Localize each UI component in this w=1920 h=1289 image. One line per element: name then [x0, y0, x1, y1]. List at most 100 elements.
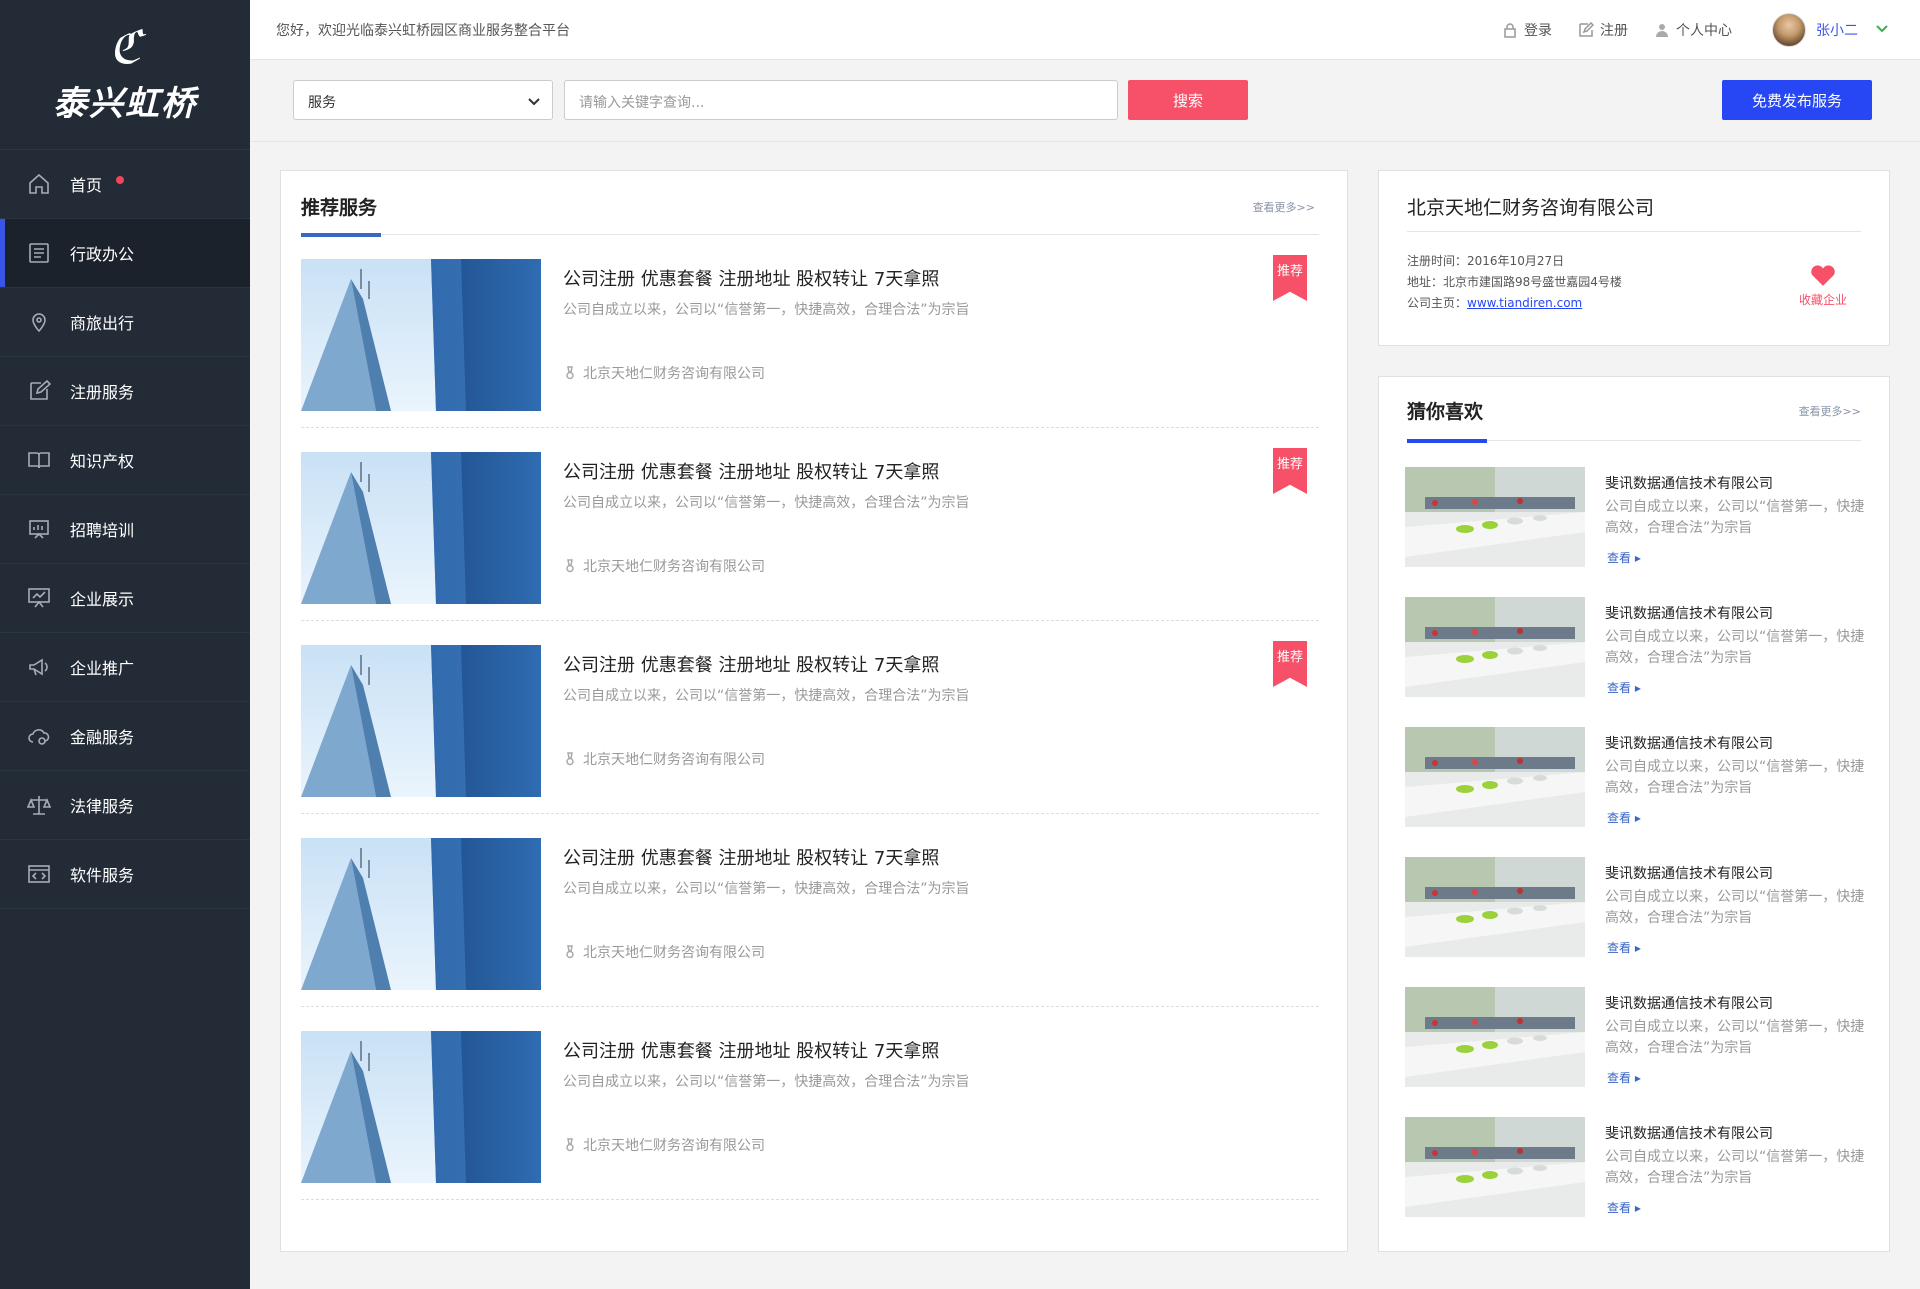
guess-item[interactable]: 斐讯数据通信技术有限公司 公司自成立以来，公司以“信誉第一，快捷高效，合理合法”为…: [1405, 857, 1865, 961]
sidebar-item-showcase[interactable]: 企业展示: [0, 564, 250, 633]
service-image[interactable]: [301, 838, 541, 990]
view-link[interactable]: 查看 ▸: [1607, 809, 1641, 826]
service-description: 公司自成立以来，公司以“信誉第一，快捷高效，合理合法”为宗旨: [563, 881, 970, 897]
guess-item[interactable]: 斐讯数据通信技术有限公司 公司自成立以来，公司以“信誉第一，快捷高效，合理合法”为…: [1405, 987, 1865, 1091]
avatar[interactable]: [1772, 13, 1806, 47]
sidebar-item-registration[interactable]: 注册服务: [0, 357, 250, 426]
guess-item[interactable]: 斐讯数据通信技术有限公司公司自成立以来，公司以“信誉第一，快捷高效，合理合法”为…: [1405, 467, 1865, 571]
top-bar: 您好，欢迎光临泰兴虹桥园区商业服务整合平台 登录 注册 个人中心 张小二: [250, 0, 1920, 60]
service-image[interactable]: [301, 645, 541, 797]
document-icon: [26, 240, 52, 266]
chevron-down-icon[interactable]: [1858, 20, 1890, 40]
sidebar-item-promotion[interactable]: 企业推广: [0, 633, 250, 702]
service-company[interactable]: 北京天地仁财务咨询有限公司: [563, 942, 765, 962]
service-title[interactable]: 公司注册 优惠套餐 注册地址 股权转让 7天拿照: [563, 265, 939, 291]
guess-more-link[interactable]: 查看更多>>: [1799, 403, 1861, 419]
service-image[interactable]: [301, 452, 541, 604]
service-company[interactable]: 北京天地仁财务咨询有限公司: [563, 556, 765, 576]
sidebar: ℭ 泰兴虹桥 首页 行政办公 商旅出行 注册服务 知识产权 招聘培训 企业展示 …: [0, 0, 250, 1289]
view-link[interactable]: 查看 ▸: [1607, 1199, 1641, 1216]
guess-image[interactable]: [1405, 1117, 1585, 1217]
guess-item-title[interactable]: 斐讯数据通信技术有限公司: [1605, 863, 1773, 883]
company-homepage-row: 公司主页：www.tiandiren.com: [1407, 293, 1622, 314]
welcome-text: 您好，欢迎光临泰兴虹桥园区商业服务整合平台: [276, 23, 570, 39]
company-card: 北京天地仁财务咨询有限公司 注册时间：2016年10月27日 地址：北京市建国路…: [1378, 170, 1890, 346]
megaphone-icon: [26, 654, 52, 680]
search-placeholder: 请输入关键字查询...: [579, 95, 705, 111]
recommended-panel: 推荐服务 查看更多>> 公司注册 优惠套餐 注册地址 股权转让 7天拿照公司自成…: [280, 170, 1348, 1252]
guess-item[interactable]: 斐讯数据通信技术有限公司 公司自成立以来，公司以“信誉第一，快捷高效，合理合法”为…: [1405, 1117, 1865, 1221]
guess-item-title[interactable]: 斐讯数据通信技术有限公司: [1605, 1123, 1773, 1143]
guess-image[interactable]: [1405, 727, 1585, 827]
guess-image[interactable]: [1405, 597, 1585, 697]
company-homepage-link[interactable]: www.tiandiren.com: [1467, 296, 1582, 310]
view-link[interactable]: 查看 ▸: [1607, 1069, 1641, 1086]
sidebar-item-recruitment[interactable]: 招聘培训: [0, 495, 250, 564]
profile-label: 个人中心: [1676, 23, 1732, 39]
sidebar-item-software[interactable]: 软件服务: [0, 840, 250, 909]
profile-link[interactable]: 个人中心: [1654, 20, 1732, 40]
search-input[interactable]: 请输入关键字查询...: [564, 80, 1118, 120]
brand-logo[interactable]: ℭ 泰兴虹桥: [0, 0, 250, 150]
guess-item-description: 公司自成立以来，公司以“信誉第一，快捷高效，合理合法”为宗旨: [1605, 759, 1865, 796]
service-item[interactable]: 公司注册 优惠套餐 注册地址 股权转让 7天拿照 公司自成立以来，公司以“信誉第一…: [301, 1007, 1319, 1200]
sidebar-item-ip[interactable]: 知识产权: [0, 426, 250, 495]
view-link[interactable]: 查看 ▸: [1607, 939, 1641, 956]
recommended-title: 推荐服务: [301, 197, 378, 219]
guess-image[interactable]: [1405, 857, 1585, 957]
user-name[interactable]: 张小二: [1816, 20, 1858, 40]
medal-icon: [566, 366, 574, 380]
service-item[interactable]: 公司注册 优惠套餐 注册地址 股权转让 7天拿照 公司自成立以来，公司以“信誉第一…: [301, 621, 1319, 814]
homepage-label: 公司主页：: [1407, 296, 1468, 310]
medal-icon: [566, 752, 574, 766]
service-item[interactable]: 公司注册 优惠套餐 注册地址 股权转让 7天拿照 公司自成立以来，公司以“信誉第一…: [301, 428, 1319, 621]
sidebar-item-finance[interactable]: 金融服务: [0, 702, 250, 771]
guess-item-description: 公司自成立以来，公司以“信誉第一，快捷高效，合理合法”为宗旨: [1605, 629, 1865, 666]
service-title[interactable]: 公司注册 优惠套餐 注册地址 股权转让 7天拿照: [563, 844, 939, 870]
publish-service-button[interactable]: 免费发布服务: [1722, 80, 1872, 120]
company-info: 注册时间：2016年10月27日 地址：北京市建国路98号盛世嘉园4号楼 公司主…: [1407, 251, 1622, 314]
sidebar-item-legal[interactable]: 法律服务: [0, 771, 250, 840]
sidebar-item-label: 首页: [70, 176, 103, 195]
guess-item-title[interactable]: 斐讯数据通信技术有限公司: [1605, 603, 1773, 623]
company-address-row: 地址：北京市建国路98号盛世嘉园4号楼: [1407, 272, 1622, 293]
sidebar-item-admin-office[interactable]: 行政办公: [0, 219, 250, 288]
login-label: 登录: [1524, 23, 1552, 39]
sidebar-item-travel[interactable]: 商旅出行: [0, 288, 250, 357]
guess-item-title[interactable]: 斐讯数据通信技术有限公司: [1605, 993, 1773, 1013]
service-title[interactable]: 公司注册 优惠套餐 注册地址 股权转让 7天拿照: [563, 651, 939, 677]
guess-header: 猜你喜欢 查看更多>>: [1407, 377, 1861, 443]
guess-item-title[interactable]: 斐讯数据通信技术有限公司: [1605, 733, 1773, 753]
service-company[interactable]: 北京天地仁财务咨询有限公司: [563, 363, 765, 383]
guess-image[interactable]: [1405, 987, 1585, 1087]
recommended-more-link[interactable]: 查看更多>>: [1253, 199, 1315, 215]
favorite-company-button[interactable]: 收藏企业: [1799, 263, 1847, 308]
guess-image[interactable]: [1405, 467, 1585, 567]
login-link[interactable]: 登录: [1502, 20, 1552, 40]
view-link[interactable]: 查看 ▸: [1607, 679, 1641, 696]
register-link[interactable]: 注册: [1578, 20, 1628, 40]
sidebar-item-home[interactable]: 首页: [0, 150, 250, 219]
edit-icon: [1579, 22, 1594, 37]
guess-item[interactable]: 斐讯数据通信技术有限公司公司自成立以来，公司以“信誉第一，快捷高效，合理合法”为…: [1405, 727, 1865, 831]
guess-item-title[interactable]: 斐讯数据通信技术有限公司: [1605, 473, 1773, 493]
logo-mark: ℭ: [108, 20, 142, 74]
service-image[interactable]: [301, 1031, 541, 1183]
service-item[interactable]: 公司注册 优惠套餐 注册地址 股权转让 7天拿照公司自成立以来，公司以“信誉第一…: [301, 814, 1319, 1007]
guess-item-description: 公司自成立以来，公司以“信誉第一，快捷高效，合理合法”为宗旨: [1605, 499, 1865, 536]
view-link[interactable]: 查看 ▸: [1607, 549, 1641, 566]
service-image[interactable]: [301, 259, 541, 411]
service-title[interactable]: 公司注册 优惠套餐 注册地址 股权转让 7天拿照: [563, 458, 939, 484]
service-company[interactable]: 北京天地仁财务咨询有限公司: [563, 1135, 765, 1155]
guess-item[interactable]: 斐讯数据通信技术有限公司公司自成立以来，公司以“信誉第一，快捷高效，合理合法”为…: [1405, 597, 1865, 701]
company-name: 北京天地仁财务咨询有限公司: [1407, 197, 1655, 219]
service-title[interactable]: 公司注册 优惠套餐 注册地址 股权转让 7天拿照: [563, 1037, 939, 1063]
category-select[interactable]: 服务: [293, 80, 553, 120]
user-links: 登录 注册 个人中心 张小二: [1476, 12, 1890, 48]
service-company-name: 北京天地仁财务咨询有限公司: [583, 1138, 765, 1154]
edit-icon: [26, 378, 52, 404]
favorite-label: 收藏企业: [1798, 293, 1847, 307]
service-company[interactable]: 北京天地仁财务咨询有限公司: [563, 749, 765, 769]
search-button[interactable]: 搜索: [1128, 80, 1248, 120]
service-item[interactable]: 公司注册 优惠套餐 注册地址 股权转让 7天拿照 公司自成立以来，公司以“信誉第一…: [301, 235, 1319, 428]
